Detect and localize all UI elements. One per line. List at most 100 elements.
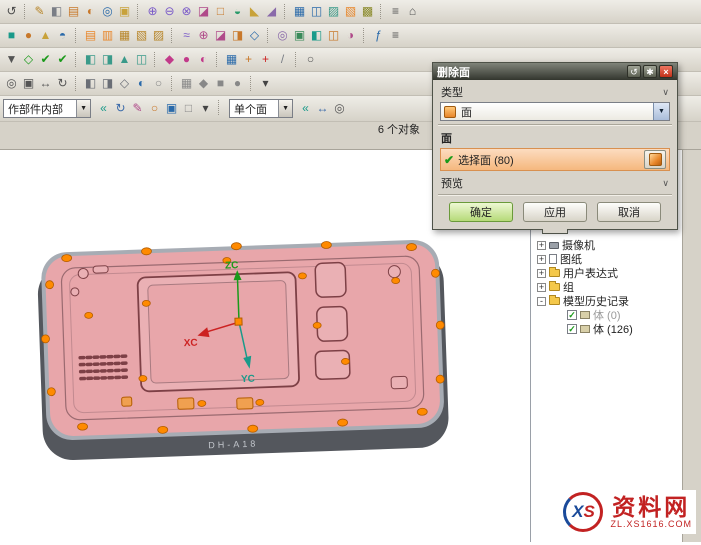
wrap-geometry-icon[interactable]: ◎ (274, 27, 291, 44)
datum-plane-icon[interactable]: ◧ (48, 3, 65, 20)
wcs-orient-icon[interactable]: + (240, 51, 257, 68)
chevron-down-icon[interactable]: ▼ (278, 100, 292, 117)
tree-checkbox[interactable]: ✓ (567, 310, 577, 320)
shell-icon[interactable]: □ (212, 3, 229, 20)
select-all-icon[interactable]: ▣ (163, 100, 180, 117)
datum-axis-icon[interactable]: / (274, 51, 291, 68)
expressions-icon[interactable]: ƒ (370, 27, 387, 44)
tree-item[interactable]: ✓ 体 (0) (531, 308, 682, 322)
move-face-icon[interactable]: ▨ (325, 3, 342, 20)
intersect-icon[interactable]: ⊗ (178, 3, 195, 20)
tree-expander[interactable]: + (537, 255, 546, 264)
selection-filter-combo[interactable]: 单个面 ▼ (229, 99, 293, 118)
draft-icon[interactable]: ◢ (263, 3, 280, 20)
thread-icon[interactable]: ≈ (178, 27, 195, 44)
type-filter-icon[interactable]: ▼ (3, 51, 20, 68)
rotate-view-icon[interactable]: ↻ (54, 75, 71, 92)
pocket-icon[interactable]: ▥ (99, 27, 116, 44)
dialog-reset-icon[interactable]: ↺ (627, 65, 641, 78)
sphere-icon[interactable]: ◓ (54, 27, 71, 44)
section-analysis-icon[interactable]: ◐ (195, 51, 212, 68)
filter-options-icon[interactable]: ▾ (197, 100, 214, 117)
chevron-collapse-icon[interactable]: ∨ (662, 87, 669, 98)
tree-item[interactable]: + 用户表达式 (531, 266, 682, 280)
delete-face-icon[interactable]: ▧ (342, 3, 359, 20)
more-options-icon[interactable]: ▾ (257, 75, 274, 92)
measure-icon[interactable]: ≡ (387, 3, 404, 20)
zoom-icon[interactable]: ◎ (3, 75, 20, 92)
view-home-icon[interactable]: ⌂ (404, 3, 421, 20)
pan-icon[interactable]: ↔ (37, 75, 54, 92)
groove-icon[interactable]: ▨ (150, 27, 167, 44)
through-curves-icon[interactable]: ◑ (342, 27, 359, 44)
tree-item[interactable]: + 摄像机 (531, 238, 682, 252)
deselect-all-icon[interactable]: □ (180, 100, 197, 117)
snap-midpoint-icon[interactable]: ◆ (195, 75, 212, 92)
fit-view-icon[interactable]: ▣ (20, 75, 37, 92)
tree-expander[interactable]: + (537, 283, 546, 292)
refresh-selection-icon[interactable]: ↻ (112, 100, 129, 117)
unite-icon[interactable]: ⊕ (144, 3, 161, 20)
rib-icon[interactable]: ▦ (116, 27, 133, 44)
type-combo[interactable]: 面 ▼ (440, 102, 670, 121)
dialog-resize-nub[interactable] (542, 229, 568, 234)
dialog-options-icon[interactable]: ✱ (643, 65, 657, 78)
top-view-icon[interactable]: ◨ (99, 75, 116, 92)
constraint-check-icon[interactable]: ✔ (54, 51, 71, 68)
revolve-icon[interactable]: ◐ (82, 3, 99, 20)
apply-button[interactable]: 应用 (523, 202, 587, 222)
pad-icon[interactable]: ▤ (82, 27, 99, 44)
snap-center-icon[interactable]: ● (229, 75, 246, 92)
tree-checkbox[interactable]: ✓ (567, 324, 577, 334)
trim-body-icon[interactable]: ◪ (195, 3, 212, 20)
type-section-header[interactable]: 类型 ∨ (433, 82, 677, 101)
slot-icon[interactable]: ▧ (133, 27, 150, 44)
tree-expander[interactable]: + (537, 241, 546, 250)
hole-icon[interactable]: ◎ (99, 3, 116, 20)
curvature-analysis-icon[interactable]: ● (178, 51, 195, 68)
magnify-cursor-icon[interactable]: ◎ (331, 100, 348, 117)
emboss-icon[interactable]: ▣ (291, 27, 308, 44)
tree-expander[interactable]: + (537, 269, 546, 278)
ok-button[interactable]: 确定 (449, 202, 513, 222)
tree-expander[interactable]: - (537, 297, 546, 306)
restore-selection-icon[interactable]: « (297, 100, 314, 117)
replace-face-icon[interactable]: ◧ (82, 51, 99, 68)
block-icon[interactable]: ■ (3, 27, 20, 44)
offset-surface-icon[interactable]: ◧ (308, 27, 325, 44)
wireframe-view-icon[interactable]: ○ (150, 75, 167, 92)
tree-item[interactable]: - 模型历史记录 (531, 294, 682, 308)
snap-endpoint-icon[interactable]: ■ (212, 75, 229, 92)
panel-resize-strip[interactable] (682, 150, 701, 542)
tree-item[interactable]: + 组 (531, 280, 682, 294)
face-select-button[interactable] (644, 150, 666, 169)
chamfer-icon[interactable]: ◣ (246, 3, 263, 20)
chevron-collapse-icon[interactable]: ∨ (662, 178, 669, 189)
cylinder-icon[interactable]: ● (20, 27, 37, 44)
ruled-surface-icon[interactable]: ◫ (325, 27, 342, 44)
combo-dropdown-icon[interactable]: ▼ (653, 103, 669, 120)
show-hide-icon[interactable]: ○ (302, 51, 319, 68)
preview-section-header[interactable]: 预览 ∨ (433, 173, 677, 192)
thicken-icon[interactable]: ◨ (229, 27, 246, 44)
scale-body-icon[interactable]: ◇ (246, 27, 263, 44)
point-constructor-icon[interactable]: + (257, 51, 274, 68)
sketch-icon[interactable]: ✎ (31, 3, 48, 20)
grid-icon[interactable]: ▦ (178, 75, 195, 92)
shaded-view-icon[interactable]: ◐ (133, 75, 150, 92)
snap-enabled-icon[interactable]: ✔ (37, 51, 54, 68)
dialog-titlebar[interactable]: 删除面 ↺✱× (433, 63, 677, 80)
make-coplanar-icon[interactable]: ◫ (133, 51, 150, 68)
cone-icon[interactable]: ▲ (37, 27, 54, 44)
tree-item[interactable]: ✓ 体 (126) (531, 322, 682, 336)
boss-icon[interactable]: ▣ (116, 3, 133, 20)
tree-item[interactable]: + 图纸 (531, 252, 682, 266)
lasso-select-icon[interactable]: ○ (146, 100, 163, 117)
paint-select-icon[interactable]: ✎ (129, 100, 146, 117)
subtract-icon[interactable]: ⊖ (161, 3, 178, 20)
deviation-analysis-icon[interactable]: ◆ (161, 51, 178, 68)
mirror-feature-icon[interactable]: ◫ (308, 3, 325, 20)
dialog-close-icon[interactable]: × (659, 65, 673, 78)
front-view-icon[interactable]: ◧ (82, 75, 99, 92)
chevron-down-icon[interactable]: ▼ (76, 100, 90, 117)
